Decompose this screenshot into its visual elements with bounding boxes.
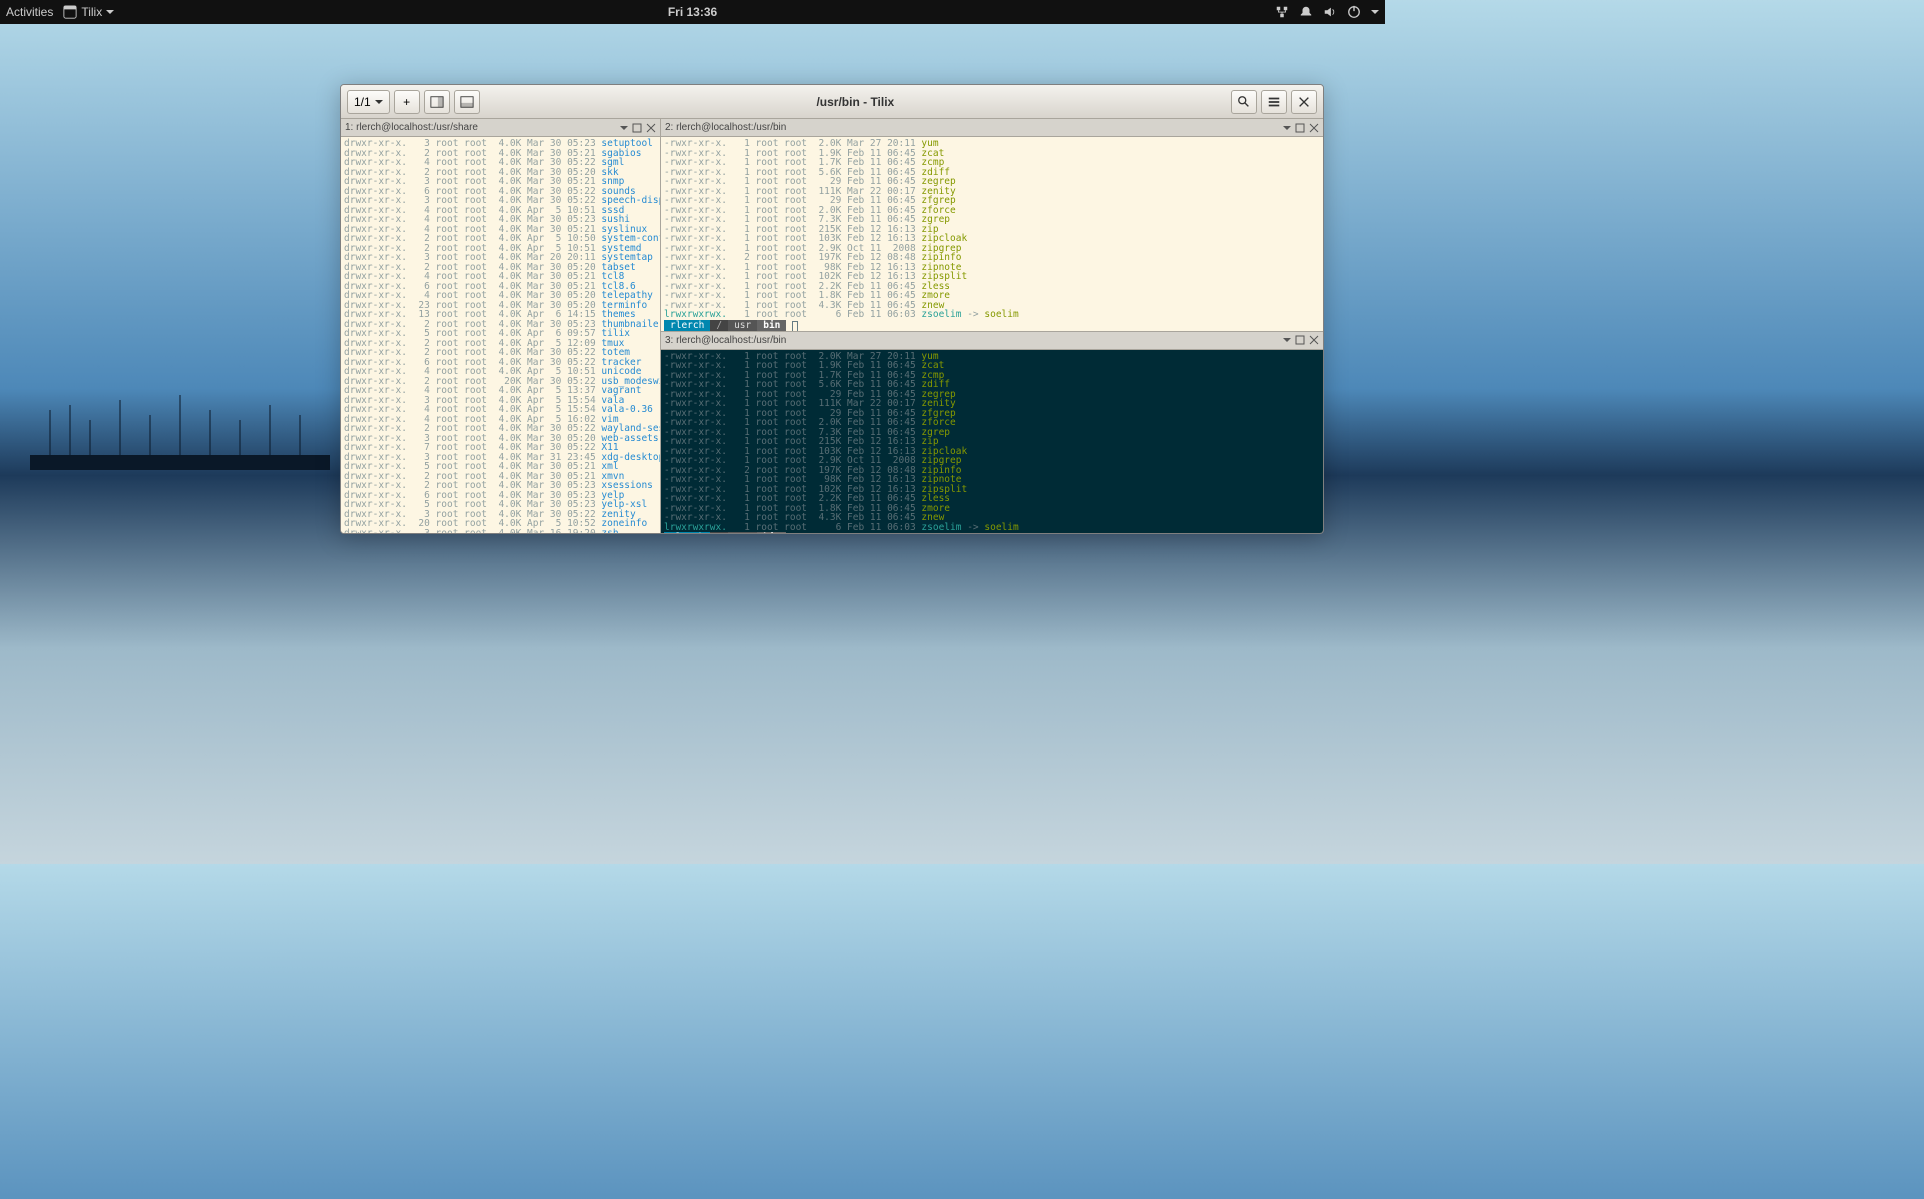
maximize-pane-icon[interactable] bbox=[1295, 123, 1305, 133]
search-icon bbox=[1237, 95, 1251, 109]
maximize-pane-icon[interactable] bbox=[632, 123, 642, 133]
chevron-down-icon bbox=[106, 10, 114, 18]
session-counter-label: 1/1 bbox=[354, 95, 371, 109]
terminal-pane-1[interactable]: drwxr-xr-x. 3 root root 4.0K Mar 30 05:2… bbox=[341, 137, 660, 533]
chevron-down-icon[interactable] bbox=[1283, 126, 1291, 134]
titlebar: 1/1 + /usr/bin - Tilix bbox=[341, 85, 1323, 119]
pane3-tabbar: 3: rlerch@localhost:/usr/bin bbox=[661, 332, 1323, 350]
split-down-button[interactable] bbox=[454, 90, 480, 114]
pane2-tab-label[interactable]: 2: rlerch@localhost:/usr/bin bbox=[665, 122, 1279, 133]
close-icon bbox=[1297, 95, 1311, 109]
wallpaper-trees bbox=[30, 370, 330, 470]
network-icon[interactable] bbox=[1275, 5, 1289, 19]
close-pane-icon[interactable] bbox=[1309, 123, 1319, 133]
session-counter[interactable]: 1/1 bbox=[347, 90, 390, 114]
pane1-tab-label[interactable]: 1: rlerch@localhost:/usr/share bbox=[345, 122, 616, 133]
maximize-pane-icon[interactable] bbox=[1295, 335, 1305, 345]
chevron-down-icon[interactable] bbox=[620, 126, 628, 134]
notification-icon[interactable] bbox=[1299, 5, 1313, 19]
power-icon[interactable] bbox=[1347, 5, 1361, 19]
pane3-tab-label[interactable]: 3: rlerch@localhost:/usr/bin bbox=[665, 335, 1279, 346]
pane2-tabbar: 2: rlerch@localhost:/usr/bin bbox=[661, 119, 1323, 137]
terminal-pane-2[interactable]: -rwxr-xr-x. 1 root root 2.0K Mar 27 20:1… bbox=[661, 137, 1323, 331]
split-right-icon bbox=[430, 95, 444, 109]
split-down-icon bbox=[460, 95, 474, 109]
volume-icon[interactable] bbox=[1323, 5, 1337, 19]
terminal-pane-3[interactable]: -rwxr-xr-x. 1 root root 2.0K Mar 27 20:1… bbox=[661, 350, 1323, 533]
tilix-window: 1/1 + /usr/bin - Tilix 1: rlerch@localho… bbox=[340, 84, 1324, 534]
app-menu[interactable]: Tilix bbox=[63, 5, 114, 19]
tilix-app-icon bbox=[63, 5, 77, 19]
clock[interactable]: Fri 13:36 bbox=[668, 5, 717, 19]
pane1-tabbar: 1: rlerch@localhost:/usr/share bbox=[341, 119, 660, 137]
close-window-button[interactable] bbox=[1291, 90, 1317, 114]
hamburger-icon bbox=[1267, 95, 1281, 109]
close-pane-icon[interactable] bbox=[1309, 335, 1319, 345]
new-session-button[interactable]: + bbox=[394, 90, 420, 114]
window-title: /usr/bin - Tilix bbox=[484, 95, 1227, 109]
split-right-button[interactable] bbox=[424, 90, 450, 114]
plus-icon: + bbox=[403, 95, 410, 109]
chevron-down-icon bbox=[375, 100, 383, 108]
close-pane-icon[interactable] bbox=[646, 123, 656, 133]
menu-button[interactable] bbox=[1261, 90, 1287, 114]
system-menu-chevron-icon[interactable] bbox=[1371, 10, 1379, 18]
search-button[interactable] bbox=[1231, 90, 1257, 114]
app-menu-label: Tilix bbox=[81, 5, 102, 19]
chevron-down-icon[interactable] bbox=[1283, 338, 1291, 346]
gnome-topbar: Activities Tilix Fri 13:36 bbox=[0, 0, 1385, 24]
activities-button[interactable]: Activities bbox=[6, 5, 53, 19]
